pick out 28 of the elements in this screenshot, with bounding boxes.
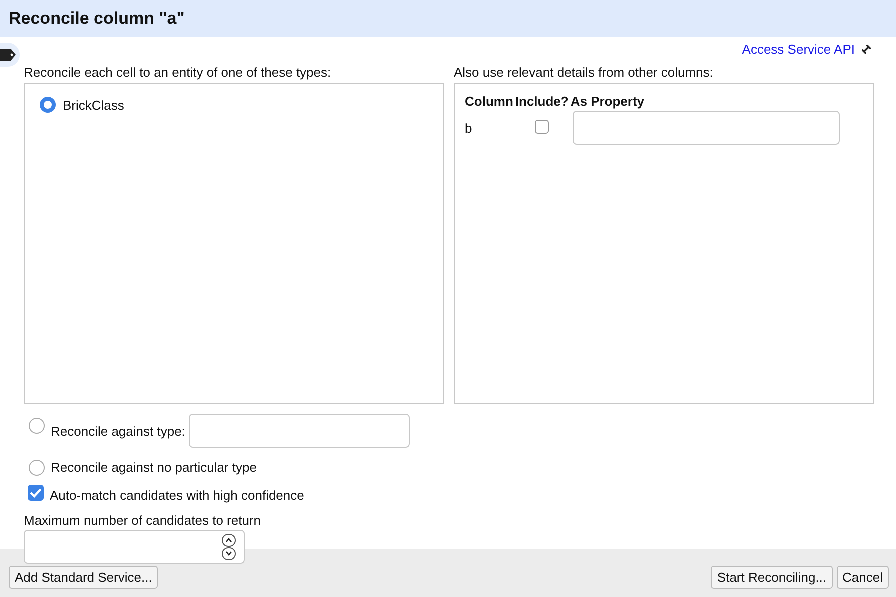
radio-button[interactable] bbox=[40, 97, 56, 113]
column-header: Include? bbox=[514, 93, 570, 111]
access-service-api-link[interactable]: Access Service API bbox=[742, 42, 855, 56]
radio-button[interactable] bbox=[29, 418, 45, 434]
type-option-label: BrickClass bbox=[63, 98, 124, 112]
table-cell: b bbox=[465, 120, 472, 136]
auto-match-checkbox[interactable] bbox=[28, 485, 44, 501]
radio-button[interactable] bbox=[29, 460, 45, 476]
tag-icon-tab[interactable] bbox=[0, 43, 20, 67]
auto-match-label: Auto-match candidates with high confidence bbox=[50, 488, 304, 502]
types-label: Reconcile each cell to an entity of one of these types: bbox=[24, 65, 332, 82]
option-label: Reconcile against no particular type bbox=[51, 460, 257, 474]
dialog-button[interactable]: Cancel bbox=[836, 566, 889, 589]
max-candidates-field[interactable] bbox=[24, 530, 245, 564]
add-service-button[interactable]: Add Standard Service... bbox=[9, 566, 158, 589]
column-header: Column bbox=[464, 93, 514, 111]
spinner-icon bbox=[222, 534, 236, 560]
max-candidates-label: Maximum number of candidates to return bbox=[24, 513, 262, 528]
details-label: Also use relevant details from other columns: bbox=[454, 65, 714, 82]
property-field[interactable] bbox=[572, 111, 840, 145]
type-field[interactable] bbox=[189, 414, 410, 448]
tag-icon bbox=[0, 49, 16, 61]
dialog-title: Reconcile column "a" bbox=[9, 8, 185, 28]
link-icon bbox=[861, 44, 872, 54]
include-checkbox[interactable] bbox=[535, 120, 550, 134]
column-header: As Property bbox=[570, 92, 841, 111]
dialog-button[interactable]: Start Reconciling... bbox=[711, 566, 833, 589]
option-label: Reconcile against type: bbox=[51, 424, 186, 438]
